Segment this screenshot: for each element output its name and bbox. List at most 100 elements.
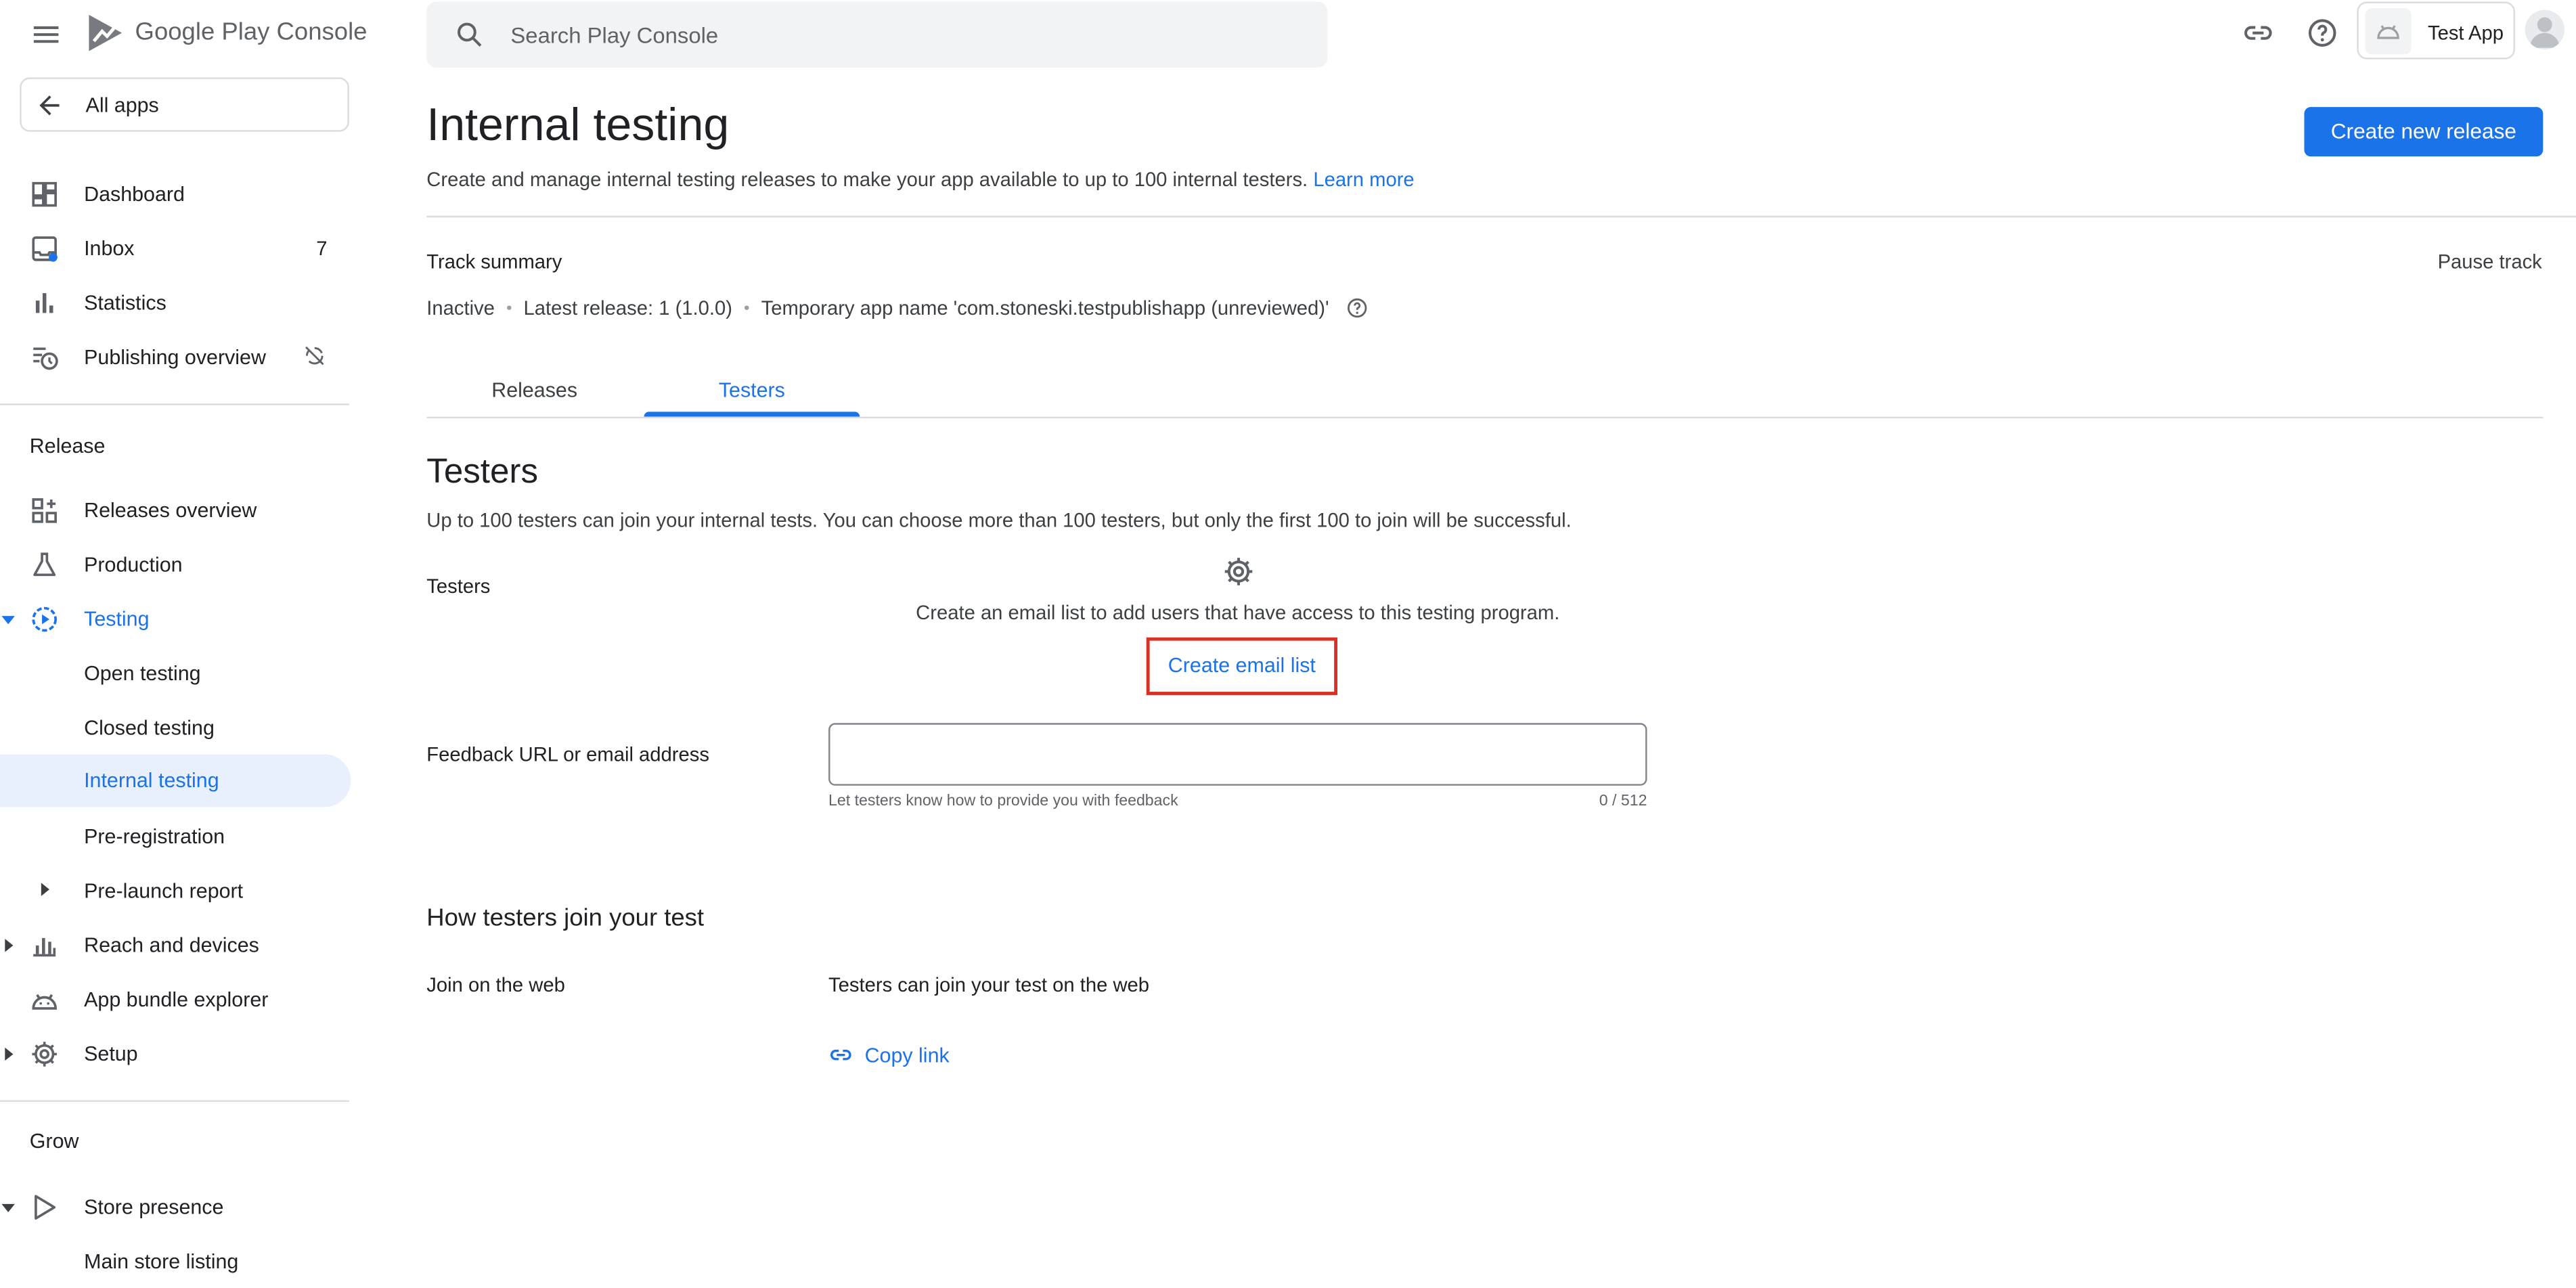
sidebar-item-label: Dashboard — [84, 183, 185, 206]
sidebar-item-label: Internal testing — [84, 769, 219, 793]
pause-track-button[interactable]: Pause track — [2438, 250, 2542, 273]
flask-icon — [30, 550, 60, 580]
link-icon[interactable] — [2242, 16, 2275, 49]
join-on-web-value: Testers can join your test on the web — [828, 973, 1150, 997]
gear-icon — [1222, 555, 1256, 588]
sidebar-item-label: Pre-launch report — [84, 879, 244, 903]
testers-heading: Testers — [426, 453, 538, 491]
sidebar-item-label: Testing — [84, 607, 150, 631]
email-list-empty-message: Create an email list to add users that h… — [916, 601, 1560, 625]
header-divider — [426, 215, 2576, 218]
sidebar-item-inbox[interactable]: Inbox 7 — [0, 223, 351, 275]
sidebar-divider — [0, 1100, 349, 1103]
temporary-app-name: Temporary app name 'com.stoneski.testpub… — [761, 296, 1329, 320]
sidebar-item-closed-testing[interactable]: Closed testing — [0, 702, 351, 755]
sidebar-item-setup[interactable]: Setup — [0, 1028, 351, 1081]
play-console-page: Google Play Console All apps Dashboard I… — [0, 0, 2576, 1281]
sidebar-item-testing[interactable]: Testing — [0, 593, 351, 646]
tab-releases[interactable]: Releases — [426, 365, 642, 416]
caret-right-icon — [0, 937, 16, 954]
sidebar-item-label: Main store listing — [84, 1250, 239, 1274]
grid-plus-icon — [30, 495, 60, 525]
learn-more-link[interactable]: Learn more — [1313, 168, 1414, 191]
latest-release: Latest release: 1 (1.0.0) — [523, 296, 732, 320]
track-summary: Inactive • Latest release: 1 (1.0.0) • T… — [426, 296, 1369, 319]
copy-link-label: Copy link — [864, 1043, 950, 1067]
schedule-icon — [30, 342, 60, 372]
app-chip-label: Test App — [2427, 21, 2504, 45]
caret-down-icon — [0, 1199, 16, 1216]
sidebar-item-app-bundle-explorer[interactable]: App bundle explorer — [0, 973, 351, 1026]
testers-label: Testers — [426, 575, 491, 598]
brand-console: Console — [276, 18, 368, 47]
menu-icon[interactable] — [30, 18, 63, 51]
feedback-input[interactable] — [828, 723, 1647, 786]
section-release: Release — [29, 435, 106, 458]
feedback-char-count: 0 / 512 — [1599, 792, 1647, 811]
search-icon — [455, 20, 485, 49]
inbox-count-badge: 7 — [316, 237, 328, 261]
arrow-back-icon — [35, 91, 64, 120]
play-console-logo-icon[interactable] — [86, 12, 125, 54]
search-placeholder: Search Play Console — [510, 23, 719, 48]
play-circle-icon — [30, 604, 60, 634]
sidebar-item-label: Reach and devices — [84, 933, 259, 957]
help-icon[interactable] — [1346, 296, 1369, 319]
sidebar-item-store-presence[interactable]: Store presence — [0, 1181, 351, 1234]
sidebar-item-statistics[interactable]: Statistics — [0, 277, 351, 330]
testers-description: Up to 100 testers can join your internal… — [426, 508, 1572, 533]
sidebar-item-label: Setup — [84, 1042, 138, 1066]
sidebar-item-releases-overview[interactable]: Releases overview — [0, 484, 351, 537]
track-summary-title: Track summary — [426, 250, 562, 273]
all-apps-label: All apps — [85, 93, 159, 117]
inbox-icon — [30, 234, 60, 264]
sidebar-item-reach-and-devices[interactable]: Reach and devices — [0, 919, 351, 972]
sidebar-item-label: App bundle explorer — [84, 988, 269, 1012]
caret-right-icon — [0, 1046, 16, 1062]
create-email-list-button[interactable]: Create email list — [1146, 637, 1338, 695]
create-new-release-button[interactable]: Create new release — [2304, 107, 2544, 157]
dashboard-icon — [30, 179, 60, 209]
join-heading: How testers join your test — [426, 904, 705, 933]
tab-testers[interactable]: Testers — [644, 365, 860, 416]
sidebar-item-pre-launch-report[interactable]: Pre-launch report — [0, 865, 351, 918]
gear-icon — [30, 1040, 60, 1069]
sidebar-item-label: Releases overview — [84, 499, 257, 523]
sidebar-item-open-testing[interactable]: Open testing — [0, 647, 351, 700]
brand-name: Google Play Console — [135, 18, 368, 46]
sidebar-item-label: Inbox — [84, 237, 135, 261]
feedback-label: Feedback URL or email address — [426, 742, 709, 766]
app-thumbnail — [2365, 8, 2412, 55]
sidebar-item-main-store-listing[interactable]: Main store listing — [0, 1235, 351, 1288]
sidebar-item-label: Pre-registration — [84, 825, 225, 849]
all-apps-button[interactable]: All apps — [20, 77, 349, 132]
copy-link-button[interactable]: Copy link — [828, 1042, 950, 1067]
sidebar-item-internal-testing[interactable]: Internal testing — [0, 754, 351, 807]
bar-chart-icon — [30, 288, 60, 318]
caret-right-icon — [37, 881, 53, 897]
sidebar-item-publishing-overview[interactable]: Publishing overview — [0, 331, 351, 384]
sidebar-item-label: Production — [84, 553, 183, 577]
sidebar-item-production[interactable]: Production — [0, 539, 351, 592]
caret-down-icon — [0, 611, 16, 627]
link-icon — [828, 1042, 853, 1067]
help-icon[interactable] — [2306, 16, 2339, 49]
search-bar[interactable]: Search Play Console — [426, 1, 1328, 68]
app-switcher-chip[interactable]: Test App — [2357, 1, 2515, 60]
separator-dot: • — [506, 298, 512, 317]
android-icon — [30, 985, 60, 1015]
sidebar-item-label: Open testing — [84, 662, 201, 686]
avatar[interactable] — [2525, 9, 2564, 50]
sidebar-item-dashboard[interactable]: Dashboard — [0, 168, 351, 221]
android-icon — [2377, 25, 2399, 39]
bar-chart-icon — [30, 931, 60, 960]
sidebar-item-pre-registration[interactable]: Pre-registration — [0, 810, 351, 863]
sidebar-item-label: Publishing overview — [84, 346, 266, 370]
join-on-web-label: Join on the web — [426, 973, 565, 997]
sidebar-item-label: Statistics — [84, 291, 166, 315]
section-grow: Grow — [29, 1130, 79, 1153]
brand-google: Google Play — [135, 18, 270, 47]
page-subtitle: Create and manage internal testing relea… — [426, 168, 1414, 191]
sidebar-divider — [0, 403, 349, 405]
sidebar-item-label: Store presence — [84, 1195, 224, 1219]
